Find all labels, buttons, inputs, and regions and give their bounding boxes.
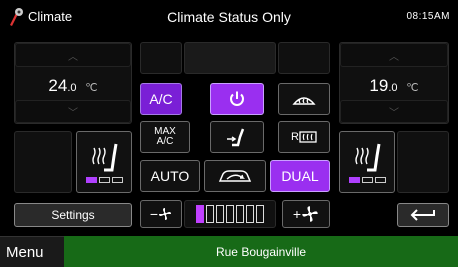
ac-label: A/C <box>149 91 173 107</box>
rear-defrost-icon <box>299 131 317 143</box>
left-seat-heat-level <box>85 176 123 183</box>
seat-heat-segment <box>111 176 123 183</box>
settings-label: Settings <box>51 208 95 222</box>
power-button[interactable] <box>210 83 264 115</box>
right-temp-decimal: .0 <box>388 82 398 94</box>
recirculation-car-icon <box>218 170 252 182</box>
right-temp-unit: ℃ <box>406 82 419 94</box>
right-temp-display: 19.0 ℃ <box>340 76 448 96</box>
ac-button[interactable]: A/C <box>140 83 182 115</box>
chevron-up-icon: ︿ <box>68 51 78 63</box>
right-seat-heat-level <box>348 176 386 183</box>
settings-button[interactable]: Settings <box>14 203 132 227</box>
chevron-down-icon: ﹀ <box>389 108 399 119</box>
seat-heat-segment <box>374 176 386 183</box>
center-top-blank-left <box>140 42 182 74</box>
front-defrost-icon <box>292 97 316 105</box>
seat-heat-segment <box>85 176 97 183</box>
back-arrow-icon <box>410 209 435 221</box>
left-seat-blank <box>14 131 72 193</box>
fan-icon <box>159 208 172 220</box>
fan-speed-segment <box>196 205 204 223</box>
center-top-blank-middle <box>184 42 276 74</box>
street-name-bar: Rue Bougainville <box>64 236 458 267</box>
fan-plus-label: + <box>292 206 302 222</box>
seat-heat-segment <box>348 176 360 183</box>
seat-heater-icon <box>355 143 381 171</box>
left-temp-display: 24.0 ℃ <box>15 76 131 96</box>
screen-title: Climate Status Only <box>167 9 291 25</box>
menu-label: Menu <box>6 243 44 261</box>
fan-speed-indicator <box>184 200 276 228</box>
left-temp-up-button[interactable]: ︿ <box>15 43 131 67</box>
chevron-down-icon: ﹀ <box>68 108 78 119</box>
right-temp-down-button[interactable]: ﹀ <box>340 100 448 123</box>
max-ac-bottom-label: A/C <box>156 136 174 147</box>
airflow-seat-icon <box>227 128 245 147</box>
fan-decrease-button[interactable]: − <box>140 200 182 228</box>
front-defrost-button[interactable] <box>278 83 330 115</box>
fan-speed-segment <box>236 205 244 223</box>
dual-label: DUAL <box>281 168 319 184</box>
fan-speed-segment <box>256 205 264 223</box>
clock: 08:15AM <box>406 11 450 22</box>
airflow-mode-button[interactable] <box>210 121 264 153</box>
fan-increase-button[interactable]: + <box>282 200 330 228</box>
right-temp-value: 19 <box>369 76 389 95</box>
seat-heat-segment <box>361 176 373 183</box>
left-temp-decimal: .0 <box>67 82 77 94</box>
fan-speed-segment <box>216 205 224 223</box>
fan-icon <box>302 206 318 222</box>
fan-speed-segment <box>206 205 214 223</box>
power-icon <box>230 91 244 106</box>
right-seat-blank <box>397 131 449 193</box>
seat-heat-segment <box>98 176 110 183</box>
left-seat-heater-button[interactable] <box>76 131 132 193</box>
max-ac-button[interactable]: MAX A/C <box>140 121 190 153</box>
fan-speed-segment <box>226 205 234 223</box>
fan-speed-segment <box>246 205 254 223</box>
dual-button[interactable]: DUAL <box>270 160 330 192</box>
left-temp-unit: ℃ <box>85 82 98 94</box>
left-temp-value: 24 <box>48 76 68 95</box>
left-temp-down-button[interactable]: ﹀ <box>15 100 131 123</box>
recirculation-button[interactable] <box>204 160 266 192</box>
fan-speed-bar <box>196 205 264 223</box>
seat-heater-icon <box>92 143 118 171</box>
right-seat-heater-button[interactable] <box>339 131 395 193</box>
auto-label: AUTO <box>150 168 190 184</box>
center-top-blank-right <box>278 42 330 74</box>
menu-button[interactable]: Menu <box>0 236 64 267</box>
chevron-up-icon: ︿ <box>389 51 399 63</box>
street-name: Rue Bougainville <box>215 244 307 259</box>
right-temp-up-button[interactable]: ︿ <box>340 43 448 67</box>
back-button[interactable] <box>397 203 449 227</box>
rear-defrost-button[interactable]: R <box>278 121 330 153</box>
rear-defrost-prefix: R <box>291 131 299 143</box>
fan-minus-label: − <box>149 206 159 222</box>
auto-button[interactable]: AUTO <box>140 160 200 192</box>
